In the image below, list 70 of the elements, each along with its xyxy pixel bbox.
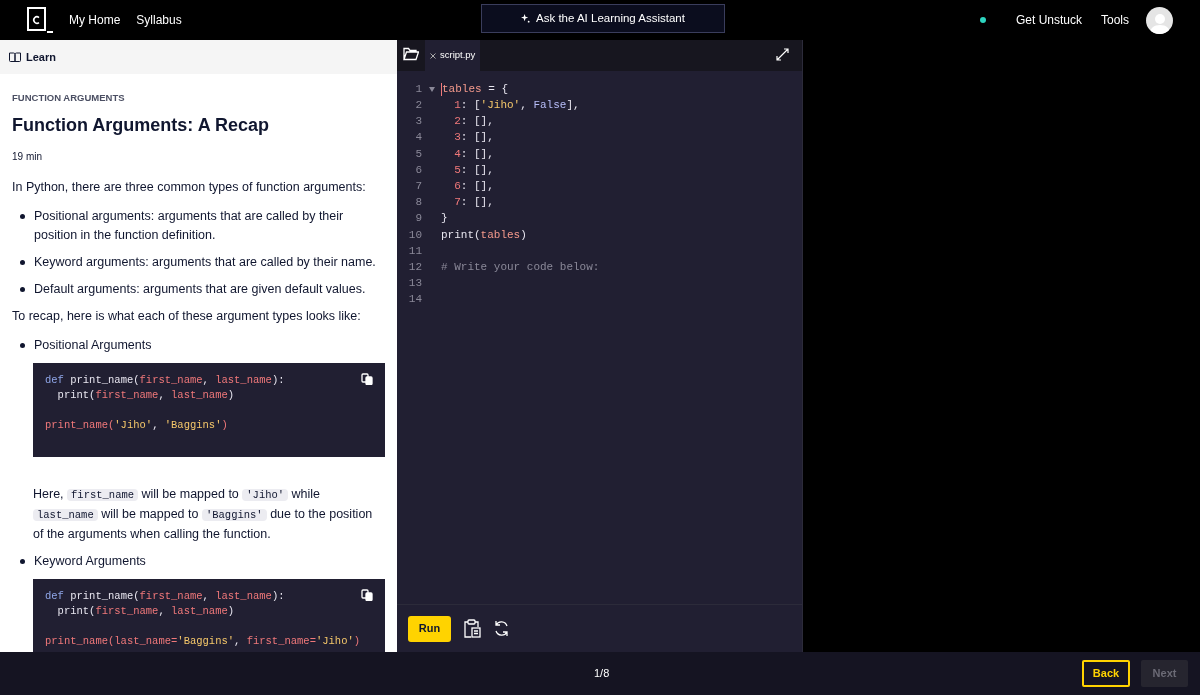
- avatar[interactable]: [1146, 6, 1173, 34]
- nav-link[interactable]: Tools: [1101, 11, 1129, 29]
- avatar-silhouette-icon: [1149, 11, 1170, 34]
- line-number: 2: [414, 98, 422, 114]
- line-number: 12: [407, 259, 422, 275]
- progress-label: 1/8: [594, 666, 610, 682]
- line-number: 7: [414, 178, 422, 194]
- bullet-icon: [20, 287, 25, 293]
- code-line: 5: [],: [453, 162, 494, 178]
- nav-link[interactable]: Syllabus: [136, 11, 182, 29]
- code-line: def print_name(first_name, last_name):: [45, 374, 285, 387]
- book-icon: [9, 52, 21, 62]
- list-item: Positional Arguments: [34, 337, 152, 355]
- copy-icon[interactable]: [361, 589, 373, 602]
- code-line: # Write your code below:: [441, 259, 600, 275]
- learn-label: Learn: [26, 49, 56, 65]
- line-number: 4: [414, 130, 422, 146]
- bullet-icon: [20, 214, 25, 220]
- line-number: 1: [414, 81, 422, 97]
- code-line: 3: [],: [453, 130, 494, 146]
- list-item: Keyword arguments: arguments that are called by their name.: [34, 254, 376, 272]
- line-number: 5: [414, 146, 422, 162]
- clipboard-icon[interactable]: [463, 619, 481, 638]
- run-button[interactable]: Run: [408, 615, 451, 642]
- code-line: 7: [],: [453, 195, 494, 211]
- nav-link[interactable]: My Home: [69, 11, 121, 29]
- line-number: 11: [407, 243, 422, 259]
- duration-label: 19 min: [12, 150, 43, 165]
- list-item: Positional arguments: arguments that are called by their position in the function definition.: [34, 208, 345, 245]
- code-line: print_name(last_name='Baggins', first_name='Jiho'): [45, 635, 361, 648]
- close-icon[interactable]: [430, 52, 436, 59]
- expand-icon[interactable]: [776, 48, 789, 61]
- code-line: 2: [],: [453, 114, 494, 130]
- code-line: print(tables): [441, 227, 527, 243]
- line-number: 14: [407, 292, 422, 308]
- code-line: tables = {: [442, 81, 508, 97]
- code-line: print_name('Jiho', 'Baggins'): [45, 419, 228, 432]
- paragraph: In Python, there are three common types of function arguments:: [12, 179, 367, 197]
- fold-arrow-icon[interactable]: [428, 86, 435, 92]
- line-number: 3: [414, 114, 422, 130]
- text-cursor: [441, 82, 442, 96]
- paragraph: To recap, here is what each of these argument types looks like:: [12, 308, 362, 326]
- line-number: 8: [414, 195, 422, 211]
- code-line: print(first_name, last_name): [57, 389, 235, 402]
- code-line: print(first_name, last_name): [57, 605, 235, 618]
- eyebrow-label: FUNCTION ARGUMENTS: [12, 91, 126, 105]
- file-tab[interactable]: script.py: [425, 40, 481, 71]
- assistant-button[interactable]: Ask the AI Learning Assistant: [481, 4, 725, 33]
- line-number: 13: [407, 276, 422, 292]
- list-item: Default arguments: arguments that are given default values.: [34, 281, 366, 299]
- line-number: 10: [407, 227, 422, 243]
- line-number: 6: [414, 162, 422, 178]
- nav-link[interactable]: Get Unstuck: [1015, 11, 1082, 29]
- code-line: 6: [],: [453, 178, 494, 194]
- back-button[interactable]: Back: [1082, 660, 1130, 687]
- code-line: def print_name(first_name, last_name):: [45, 590, 285, 603]
- refresh-icon[interactable]: [493, 620, 510, 637]
- line-number: 9: [414, 211, 422, 227]
- code-line: }: [441, 211, 448, 227]
- lesson-title: Function Arguments: A Recap: [12, 114, 270, 138]
- sparkle-icon: [521, 14, 530, 23]
- code-line: 4: [],: [453, 146, 494, 162]
- paragraph: Here, first_name will be mapped to 'Jiho' while last_name will be mapped to 'Baggins' due to the position of the arguments when calling the function.: [33, 486, 374, 544]
- folder-icon[interactable]: [403, 47, 419, 61]
- bullet-icon: [20, 343, 25, 349]
- bullet-icon: [20, 559, 25, 565]
- copy-icon[interactable]: [361, 373, 373, 386]
- bullet-icon: [20, 260, 25, 266]
- code-line: 1: ['Jiho', False],: [453, 98, 580, 114]
- list-item: Keyword Arguments: [34, 553, 146, 571]
